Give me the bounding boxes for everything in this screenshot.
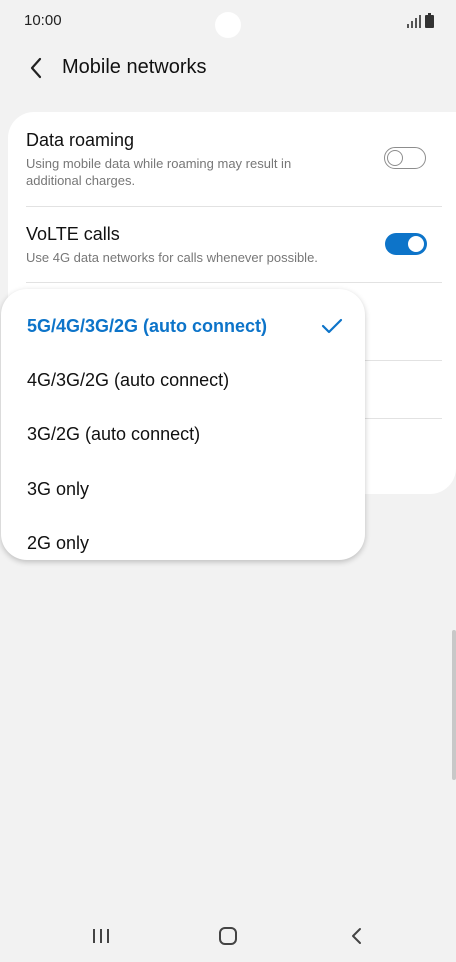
page-title: Mobile networks bbox=[62, 56, 207, 78]
signal-icon bbox=[407, 15, 421, 28]
battery-icon bbox=[425, 13, 434, 28]
recent-apps-button[interactable] bbox=[86, 924, 116, 948]
setting-data-roaming[interactable]: Data roaming Using mobile data while roa… bbox=[26, 130, 442, 189]
recent-apps-icon bbox=[93, 929, 109, 943]
setting-description: Using mobile data while roaming may resu… bbox=[26, 156, 292, 188]
menu-option-label: 5G/4G/3G/2G (auto connect) bbox=[27, 316, 268, 336]
camera-cutout bbox=[215, 12, 241, 38]
back-icon bbox=[352, 928, 361, 944]
status-bar: 10:00 bbox=[0, 0, 456, 42]
menu-option-label: 2G only bbox=[27, 533, 90, 553]
scrollbar[interactable] bbox=[452, 630, 456, 780]
setting-volte-calls[interactable]: VoLTE calls Use 4G data networks for cal… bbox=[26, 224, 442, 266]
menu-option-3g-only[interactable]: 3G only bbox=[1, 462, 365, 516]
volte-calls-toggle[interactable] bbox=[385, 233, 427, 255]
status-icons bbox=[407, 13, 434, 28]
divider bbox=[26, 206, 442, 207]
home-icon bbox=[219, 927, 237, 945]
toggle-knob bbox=[406, 234, 426, 254]
chevron-left-icon bbox=[30, 57, 42, 79]
navigation-bar bbox=[0, 912, 456, 960]
home-button[interactable] bbox=[213, 924, 243, 948]
menu-option-5g-4g-3g-2g[interactable]: 5G/4G/3G/2G (auto connect) bbox=[1, 299, 365, 353]
check-icon bbox=[321, 318, 343, 334]
app-bar: Mobile networks bbox=[0, 48, 456, 88]
status-time: 10:00 bbox=[24, 12, 62, 29]
setting-title: VoLTE calls bbox=[26, 224, 120, 244]
menu-option-label: 3G/2G (auto connect) bbox=[27, 424, 201, 444]
setting-description: Use 4G data networks for calls whenever … bbox=[26, 250, 318, 265]
menu-option-label: 3G only bbox=[27, 479, 90, 499]
menu-option-4g-3g-2g[interactable]: 4G/3G/2G (auto connect) bbox=[1, 353, 365, 407]
toggle-knob bbox=[387, 149, 403, 166]
back-button[interactable] bbox=[24, 54, 48, 82]
data-roaming-toggle[interactable] bbox=[384, 147, 426, 169]
menu-option-3g-2g[interactable]: 3G/2G (auto connect) bbox=[1, 407, 365, 461]
divider bbox=[26, 282, 442, 283]
menu-option-label: 4G/3G/2G (auto connect) bbox=[27, 370, 230, 390]
menu-option-2g-only[interactable]: 2G only bbox=[1, 516, 365, 556]
setting-title: Data roaming bbox=[26, 130, 135, 150]
nav-back-button[interactable] bbox=[341, 924, 371, 948]
network-mode-menu: 5G/4G/3G/2G (auto connect) 4G/3G/2G (aut… bbox=[1, 289, 365, 560]
